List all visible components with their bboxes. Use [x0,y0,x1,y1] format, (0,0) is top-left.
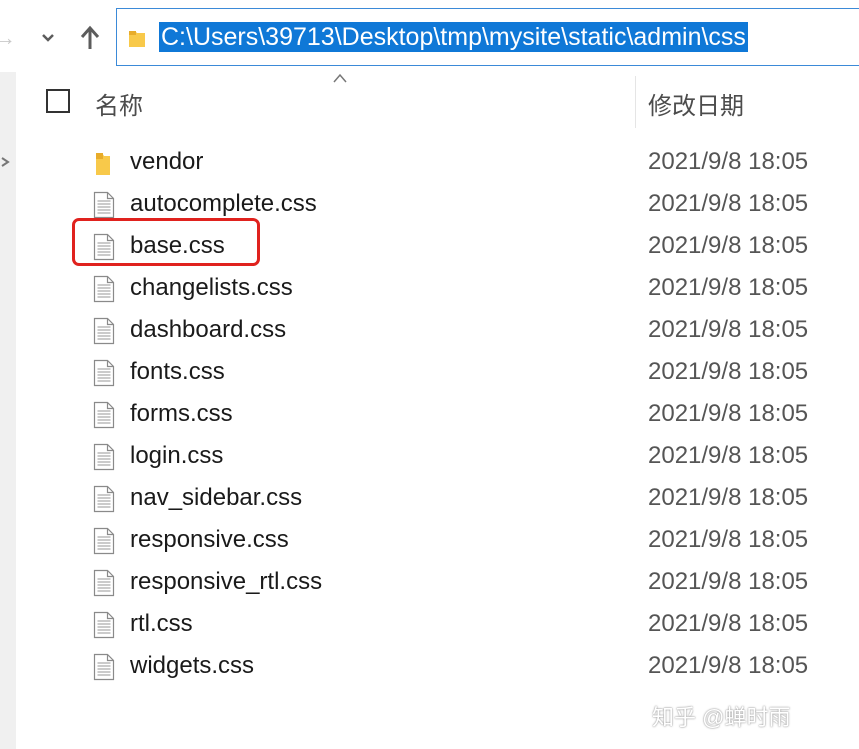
file-row[interactable]: changelists.css 2021/9/8 18:05 [0,267,859,309]
select-all-checkbox[interactable] [46,89,70,113]
folder-icon [129,31,145,47]
file-date-modified: 2021/9/8 18:05 [648,274,809,301]
document-icon [92,527,116,555]
file-name[interactable]: forms.css [130,399,233,429]
file-date-modified: 2021/9/8 18:05 [648,442,809,469]
watermark: 知乎 @蝉时雨 [652,705,791,730]
file-name[interactable]: autocomplete.css [130,189,317,219]
file-name[interactable]: widgets.css [130,651,254,681]
document-icon [92,401,116,429]
file-name[interactable]: responsive.css [130,525,289,555]
file-date-modified: 2021/9/8 18:05 [648,358,809,385]
column-header-date-modified[interactable]: 修改日期 [648,86,744,121]
file-date-modified: 2021/9/8 18:05 [648,526,809,553]
file-row[interactable]: responsive_rtl.css 2021/9/8 18:05 [0,561,859,603]
document-icon [92,275,116,303]
file-date-modified: 2021/9/8 18:05 [648,316,809,343]
document-icon [92,317,116,345]
file-row[interactable]: fonts.css 2021/9/8 18:05 [0,351,859,393]
arrow-right-icon: → [0,25,16,50]
document-icon [92,611,116,639]
file-name[interactable]: responsive_rtl.css [130,567,322,597]
file-name[interactable]: changelists.css [130,273,293,303]
document-icon [92,485,116,513]
address-bar[interactable]: C:\Users\39713\Desktop\tmp\mysite\static… [116,8,859,66]
column-divider[interactable] [635,76,636,128]
file-date-modified: 2021/9/8 18:05 [648,652,809,679]
sort-ascending-icon [333,73,347,83]
forward-button[interactable]: → [0,20,16,56]
file-date-modified: 2021/9/8 18:05 [648,610,809,637]
file-date-modified: 2021/9/8 18:05 [648,400,809,427]
file-date-modified: 2021/9/8 18:05 [648,484,809,511]
address-toolbar: → C:\Users\39713\Desktop\tmp\mysite\stat… [0,0,859,72]
file-row[interactable]: widgets.css 2021/9/8 18:05 [0,645,859,687]
document-icon [92,653,116,681]
file-name[interactable]: login.css [130,441,223,471]
chevron-down-icon [42,34,54,42]
file-row[interactable]: rtl.css 2021/9/8 18:05 [0,603,859,645]
column-header-name[interactable]: 名称 [95,86,143,121]
file-name[interactable]: fonts.css [130,357,225,387]
file-name[interactable]: vendor [130,147,203,177]
file-row[interactable]: login.css 2021/9/8 18:05 [0,435,859,477]
file-row[interactable]: responsive.css 2021/9/8 18:05 [0,519,859,561]
annotation-highlight-box [72,218,260,266]
up-button[interactable] [76,20,104,56]
file-row[interactable]: dashboard.css 2021/9/8 18:05 [0,309,859,351]
file-date-modified: 2021/9/8 18:05 [648,190,809,217]
file-row[interactable]: nav_sidebar.css 2021/9/8 18:05 [0,477,859,519]
file-row[interactable]: vendor 2021/9/8 18:05 [0,141,859,183]
file-row[interactable]: forms.css 2021/9/8 18:05 [0,393,859,435]
address-path[interactable]: C:\Users\39713\Desktop\tmp\mysite\static… [159,22,748,52]
folder-icon [92,149,116,177]
document-icon [92,443,116,471]
file-name[interactable]: dashboard.css [130,315,286,345]
file-date-modified: 2021/9/8 18:05 [648,568,809,595]
file-name[interactable]: rtl.css [130,609,193,639]
document-icon [92,569,116,597]
arrow-up-icon [80,25,100,49]
recent-locations-button[interactable] [36,20,60,56]
document-icon [92,191,116,219]
file-date-modified: 2021/9/8 18:05 [648,232,809,259]
file-name[interactable]: nav_sidebar.css [130,483,302,513]
document-icon [92,359,116,387]
file-date-modified: 2021/9/8 18:05 [648,148,809,175]
